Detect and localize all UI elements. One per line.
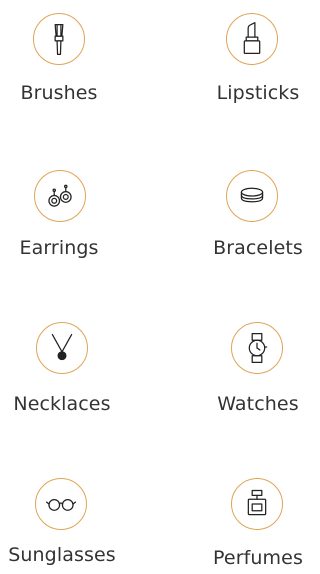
category-label-necklaces: Necklaces: [13, 393, 111, 415]
necklace-icon[interactable]: [36, 322, 88, 374]
perfume-icon[interactable]: [231, 478, 283, 530]
category-label-watches: Watches: [217, 393, 299, 415]
lipstick-icon[interactable]: [226, 13, 278, 65]
category-label-earrings: Earrings: [19, 237, 99, 259]
watch-icon[interactable]: [231, 322, 283, 374]
earrings-icon[interactable]: [34, 170, 86, 222]
category-label-sunglasses: Sunglasses: [8, 544, 116, 566]
brush-icon[interactable]: [33, 13, 85, 65]
category-label-perfumes: Perfumes: [213, 547, 303, 569]
sunglasses-icon[interactable]: [35, 478, 87, 530]
category-label-bracelets: Bracelets: [213, 237, 303, 259]
category-label-lipsticks: Lipsticks: [216, 82, 300, 104]
category-label-brushes: Brushes: [20, 82, 98, 104]
bracelet-icon[interactable]: [226, 170, 278, 222]
